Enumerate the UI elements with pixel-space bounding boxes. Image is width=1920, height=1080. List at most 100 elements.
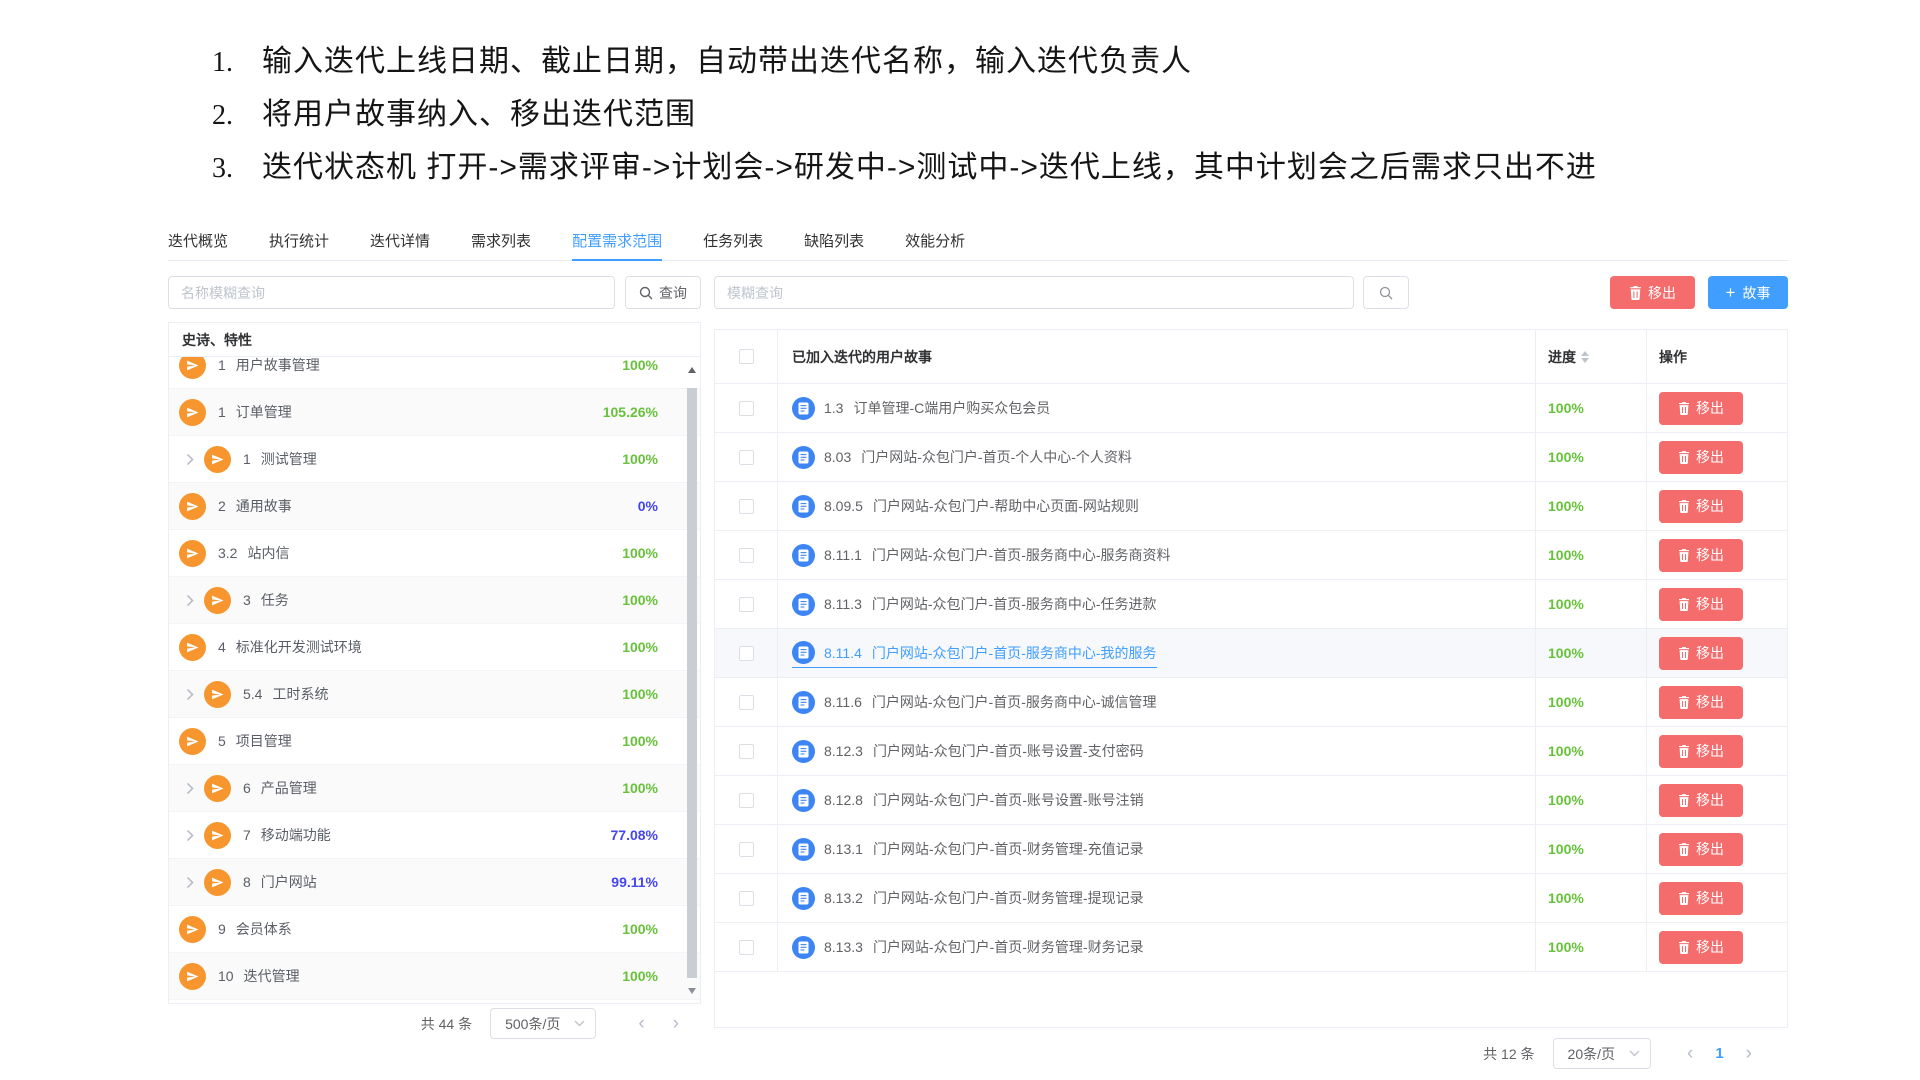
tree-item[interactable]: 5 项目管理 100% [169, 718, 700, 765]
remove-stories-button[interactable]: 移出 [1610, 276, 1695, 309]
tree-item-name: 移动端功能 [261, 825, 331, 845]
tab-6[interactable]: 任务列表 [703, 226, 763, 261]
tab-1[interactable]: 迭代概览 [168, 226, 228, 261]
tree-item[interactable]: 1 用户故事管理 100% [169, 357, 700, 389]
tree-item[interactable]: 7 移动端功能 77.08% [169, 812, 700, 859]
remove-story-button[interactable]: 移出 [1659, 441, 1743, 474]
expand-chevron-icon[interactable] [186, 829, 204, 842]
row-checkbox[interactable] [739, 695, 754, 710]
tree-item-id: 5 [218, 733, 226, 749]
epic-search-input[interactable] [168, 276, 615, 309]
tab-5[interactable]: 配置需求范围 [572, 226, 662, 261]
row-checkbox[interactable] [739, 744, 754, 759]
tree-item-name: 项目管理 [236, 731, 292, 751]
left-page-size-select[interactable]: 500条/页 [490, 1008, 596, 1039]
tree-item[interactable]: 2 通用故事 0% [169, 483, 700, 530]
remove-story-button[interactable]: 移出 [1659, 539, 1743, 572]
left-next-page-button[interactable]: › [673, 1014, 679, 1033]
tree-scrollbar[interactable] [685, 358, 699, 1002]
tree-item-percent: 100% [622, 357, 658, 373]
remove-story-button[interactable]: 移出 [1659, 931, 1743, 964]
tree-item[interactable]: 6 产品管理 100% [169, 765, 700, 812]
story-link[interactable]: 8.12.3 门户网站-众包门户-首页-账号设置-支付密码 [792, 740, 1144, 763]
story-title: 门户网站-众包门户-首页-服务商中心-服务商资料 [872, 545, 1171, 565]
story-icon [792, 936, 815, 959]
row-checkbox[interactable] [739, 842, 754, 857]
expand-chevron-icon[interactable] [186, 782, 204, 795]
remove-story-button[interactable]: 移出 [1659, 637, 1743, 670]
row-action-cell: 移出 [1647, 825, 1787, 873]
story-link[interactable]: 8.11.6 门户网站-众包门户-首页-服务商中心-诚信管理 [792, 691, 1157, 714]
right-prev-page-button[interactable]: ‹ [1687, 1044, 1693, 1063]
row-checkbox[interactable] [739, 940, 754, 955]
row-checkbox[interactable] [739, 401, 754, 416]
current-page-number[interactable]: 1 [1715, 1045, 1723, 1062]
remove-story-button[interactable]: 移出 [1659, 686, 1743, 719]
scroll-down-icon[interactable] [685, 984, 699, 998]
row-checkbox[interactable] [739, 499, 754, 514]
tree-item-id: 7 [243, 827, 251, 843]
right-page-size-select[interactable]: 20条/页 [1553, 1038, 1651, 1069]
remove-story-button[interactable]: 移出 [1659, 588, 1743, 621]
sort-icon[interactable] [1581, 347, 1589, 367]
add-story-button[interactable]: + 故事 [1708, 276, 1788, 309]
story-search-input[interactable] [714, 276, 1354, 309]
row-checkbox[interactable] [739, 646, 754, 661]
story-link[interactable]: 8.11.4 门户网站-众包门户-首页-服务商中心-我的服务 [792, 641, 1157, 668]
tree-item[interactable]: 10 迭代管理 100% [169, 953, 700, 1000]
row-checkbox[interactable] [739, 450, 754, 465]
tree-item[interactable]: 3.2 站内信 100% [169, 530, 700, 577]
story-link[interactable]: 8.12.8 门户网站-众包门户-首页-账号设置-账号注销 [792, 789, 1144, 812]
expand-chevron-icon[interactable] [186, 876, 204, 889]
tab-3[interactable]: 迭代详情 [370, 226, 430, 261]
expand-chevron-icon[interactable] [186, 594, 204, 607]
story-link[interactable]: 8.09.5 门户网站-众包门户-帮助中心页面-网站规则 [792, 495, 1139, 518]
row-checkbox[interactable] [739, 597, 754, 612]
row-checkbox[interactable] [739, 548, 754, 563]
story-link[interactable]: 8.11.1 门户网站-众包门户-首页-服务商中心-服务商资料 [792, 544, 1171, 567]
remove-story-button[interactable]: 移出 [1659, 833, 1743, 866]
tree-item-name: 门户网站 [261, 872, 317, 892]
left-prev-page-button[interactable]: ‹ [638, 1014, 644, 1033]
remove-story-button[interactable]: 移出 [1659, 735, 1743, 768]
query-button[interactable]: 查询 [625, 276, 701, 309]
row-story-cell: 8.13.1 门户网站-众包门户-首页-财务管理-充值记录 [778, 825, 1536, 873]
tree-item[interactable]: 8 门户网站 99.11% [169, 859, 700, 906]
tree-item[interactable]: 1 测试管理 100% [169, 436, 700, 483]
story-link[interactable]: 8.03 门户网站-众包门户-首页-个人中心-个人资料 [792, 446, 1132, 469]
tab-7[interactable]: 缺陷列表 [804, 226, 864, 261]
note-line-3: 3. 迭代状态机 打开->需求评审->计划会->研发中->测试中->迭代上线，其… [212, 142, 1597, 195]
remove-story-button[interactable]: 移出 [1659, 882, 1743, 915]
row-checkbox[interactable] [739, 891, 754, 906]
story-link[interactable]: 8.13.1 门户网站-众包门户-首页-财务管理-充值记录 [792, 838, 1144, 861]
tree-item[interactable]: 3 任务 100% [169, 577, 700, 624]
tab-2[interactable]: 执行统计 [269, 226, 329, 261]
row-checkbox-cell [715, 482, 778, 530]
right-next-page-button[interactable]: › [1746, 1044, 1752, 1063]
story-link[interactable]: 8.13.2 门户网站-众包门户-首页-财务管理-提现记录 [792, 887, 1144, 910]
expand-chevron-icon[interactable] [186, 688, 204, 701]
scrollbar-thumb[interactable] [687, 388, 697, 978]
tree-item-name: 标准化开发测试环境 [236, 637, 362, 657]
story-link[interactable]: 1.3 订单管理-C端用户购买众包会员 [792, 397, 1050, 420]
tree-item[interactable]: 5.4 工时系统 100% [169, 671, 700, 718]
tab-8[interactable]: 效能分析 [905, 226, 965, 261]
story-progress: 100% [1548, 547, 1584, 563]
tree-viewport: 1 用户故事管理 100% 1 订单管理 105.26% 1 测试管理 100%… [169, 357, 700, 1003]
tree-item-percent: 0% [638, 498, 658, 514]
select-all-checkbox[interactable] [739, 349, 754, 364]
remove-story-button[interactable]: 移出 [1659, 490, 1743, 523]
expand-chevron-icon[interactable] [186, 453, 204, 466]
tab-4[interactable]: 需求列表 [471, 226, 531, 261]
story-link[interactable]: 8.11.3 门户网站-众包门户-首页-服务商中心-任务进款 [792, 593, 1157, 616]
story-search-button[interactable] [1363, 276, 1409, 309]
story-row: 8.03 门户网站-众包门户-首页-个人中心-个人资料 100% 移出 [715, 433, 1787, 482]
tree-item[interactable]: 4 标准化开发测试环境 100% [169, 624, 700, 671]
tree-item[interactable]: 9 会员体系 100% [169, 906, 700, 953]
remove-story-button[interactable]: 移出 [1659, 392, 1743, 425]
scroll-up-icon[interactable] [685, 362, 699, 376]
row-checkbox[interactable] [739, 793, 754, 808]
story-link[interactable]: 8.13.3 门户网站-众包门户-首页-财务管理-财务记录 [792, 936, 1144, 959]
remove-story-button[interactable]: 移出 [1659, 784, 1743, 817]
tree-item[interactable]: 1 订单管理 105.26% [169, 389, 700, 436]
